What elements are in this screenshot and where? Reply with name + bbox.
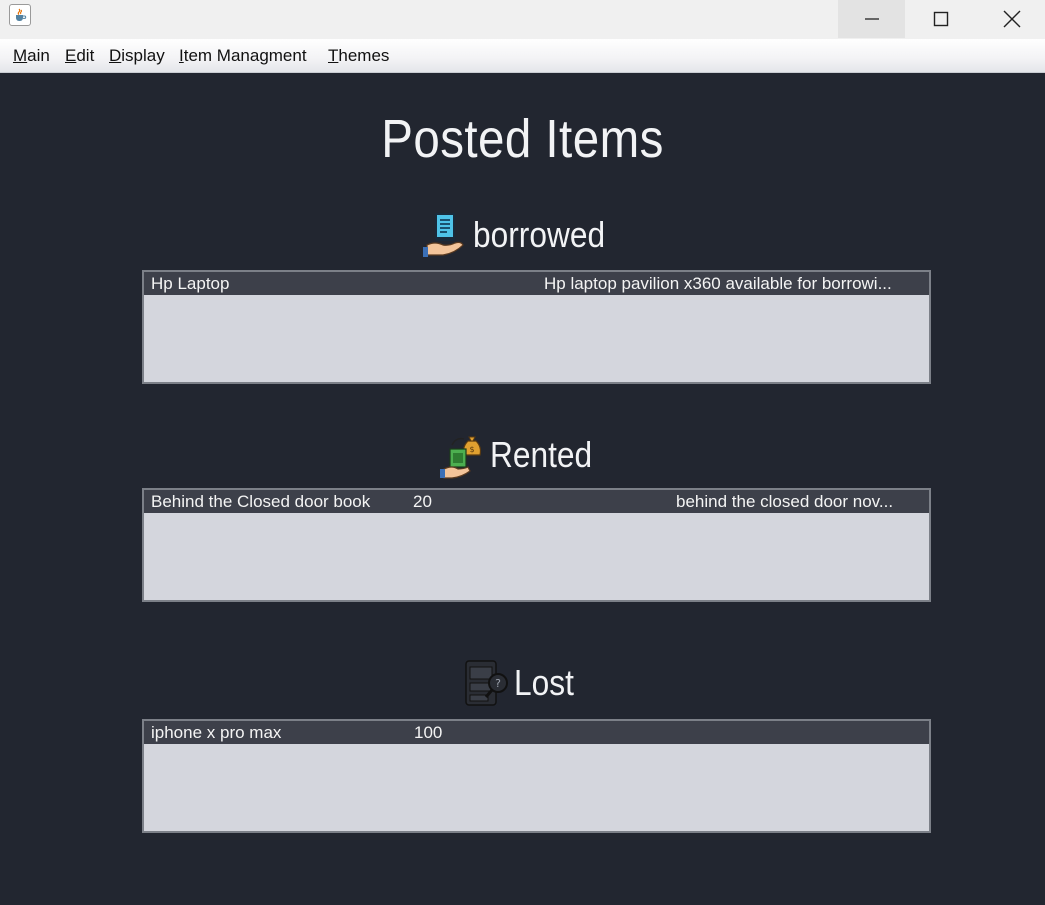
menu-display[interactable]: Display xyxy=(109,46,165,66)
menu-item-managment[interactable]: Item Managment xyxy=(179,46,307,66)
menu-mnemonic: E xyxy=(65,46,77,65)
minimize-icon xyxy=(864,18,879,20)
menu-mnemonic: D xyxy=(109,46,122,65)
item-price-cell: 100 xyxy=(414,723,443,742)
borrowed-section-header: borrowed xyxy=(0,210,1045,260)
lost-section-header: ? Lost xyxy=(0,658,1045,708)
section-title-rented: Rented xyxy=(490,434,593,475)
menu-label: dit xyxy=(76,46,95,65)
item-description-cell: Hp laptop pavilion x360 available for bo… xyxy=(544,274,892,293)
maximize-button[interactable] xyxy=(907,0,974,38)
money-bag-exchange-icon: $ xyxy=(440,436,482,479)
section-title-borrowed: borrowed xyxy=(473,214,606,255)
svg-text:$: $ xyxy=(470,445,475,454)
minimize-button[interactable] xyxy=(838,0,905,38)
menu-label: tem Managment xyxy=(183,46,307,65)
menu-label: ain xyxy=(27,46,50,65)
svg-text:?: ? xyxy=(496,677,502,690)
table-row[interactable]: iphone x pro max 100 xyxy=(144,721,929,744)
item-name-cell: Hp Laptop xyxy=(151,274,230,293)
page-title: Posted Items xyxy=(381,109,664,169)
lost-devices-search-icon: ? xyxy=(465,660,509,706)
rented-items-table[interactable]: Behind the Closed door book 20 behind th… xyxy=(142,488,931,602)
menu-themes[interactable]: Themes xyxy=(328,46,389,66)
borrowed-items-table[interactable]: Hp Laptop Hp laptop pavilion x360 availa… xyxy=(142,270,931,384)
item-name-cell: Behind the Closed door book xyxy=(151,492,371,511)
java-cup-icon xyxy=(9,4,31,26)
menu-main[interactable]: Main xyxy=(13,46,50,66)
close-button[interactable] xyxy=(978,0,1045,38)
item-price-cell: 20 xyxy=(413,492,432,511)
rented-section-header: $ Rented xyxy=(0,430,1045,480)
menu-edit[interactable]: Edit xyxy=(65,46,94,66)
window-titlebar xyxy=(0,0,1045,39)
menu-bar: Main Edit Display Item Managment Themes xyxy=(0,39,1045,73)
item-name-cell: iphone x pro max xyxy=(151,723,282,742)
maximize-icon xyxy=(933,11,948,27)
close-icon xyxy=(1003,10,1020,28)
menu-label: hemes xyxy=(338,46,390,65)
section-title-lost: Lost xyxy=(514,662,575,703)
table-row[interactable]: Hp Laptop Hp laptop pavilion x360 availa… xyxy=(144,272,929,295)
menu-label: isplay xyxy=(121,46,165,65)
menu-mnemonic: T xyxy=(328,46,339,65)
table-row[interactable]: Behind the Closed door book 20 behind th… xyxy=(144,490,929,513)
hand-holding-phone-icon xyxy=(423,213,465,257)
lost-items-table[interactable]: iphone x pro max 100 xyxy=(142,719,931,833)
menu-mnemonic: M xyxy=(13,46,28,65)
item-description-cell: behind the closed door nov... xyxy=(676,492,894,511)
